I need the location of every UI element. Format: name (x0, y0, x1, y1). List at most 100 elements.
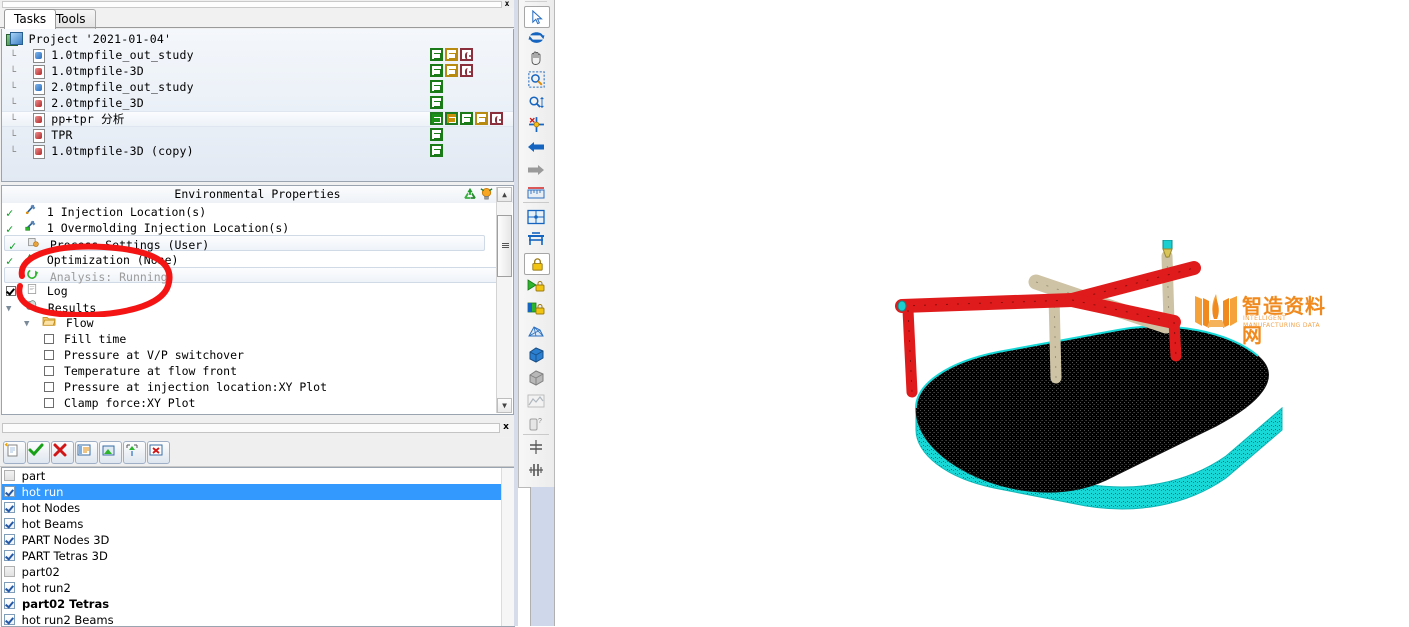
measure-tool-button[interactable] (524, 183, 548, 203)
shaded-display-button[interactable] (524, 368, 548, 388)
study-item-flow[interactable]: ▼ Flow (2, 315, 513, 331)
result-item-pressure-vp[interactable]: Pressure at V/P switchover (2, 347, 513, 363)
study-item-analysis-running[interactable]: ✓ Analysis: Running (4, 267, 505, 284)
scroll-down-icon[interactable]: ▼ (497, 398, 512, 413)
status-badge-maroon[interactable] (460, 64, 473, 77)
layer-checkbox[interactable] (4, 486, 15, 497)
front-view-button[interactable] (524, 230, 548, 250)
study-item-injection[interactable]: ✓ 1 Injection Location(s) (2, 203, 513, 220)
project-item-row[interactable]: └ 1.0tmpfile-3D (copy) (2, 143, 513, 159)
status-badge-maroon[interactable] (490, 112, 503, 125)
color-lock-button[interactable] (524, 299, 548, 319)
layer-checkbox[interactable] (4, 614, 15, 625)
result-checkbox[interactable] (44, 398, 54, 408)
result-item-fill-time[interactable]: Fill time (2, 331, 513, 347)
status-badge-gold[interactable] (445, 48, 458, 61)
section-vertical-button[interactable] (524, 460, 548, 480)
layer-checkbox[interactable] (4, 534, 15, 545)
select-tool-button[interactable] (524, 6, 550, 28)
center-tool-button[interactable] (524, 114, 548, 134)
status-badge-active-green[interactable] (430, 112, 443, 125)
panel-horizontal-scrollbar[interactable] (2, 423, 500, 433)
status-badge-green[interactable] (430, 96, 443, 109)
layer-row[interactable]: PART Nodes 3D (2, 532, 514, 548)
layer-row[interactable]: part02 (2, 564, 514, 580)
result-checkbox[interactable] (44, 350, 54, 360)
layer-row[interactable]: part (2, 468, 514, 484)
zoom-tool-button[interactable] (524, 93, 548, 113)
mesh-display-button[interactable] (524, 322, 548, 342)
layer-properties-button[interactable] (75, 441, 98, 464)
status-badge-group[interactable] (430, 64, 473, 77)
layer-row[interactable]: hot run2 (2, 580, 514, 596)
panel-close-icon[interactable]: x (500, 422, 512, 433)
project-root-row[interactable]: Project '2021-01-04' (2, 29, 513, 47)
top-horizontal-scrollbar[interactable] (2, 1, 502, 8)
layer-checkbox[interactable] (4, 502, 15, 513)
status-badge-maroon[interactable] (460, 48, 473, 61)
study-item-overmolding[interactable]: ✓ 1 Overmolding Injection Location(s) (2, 219, 513, 236)
status-badge-green[interactable] (460, 112, 473, 125)
layer-checkbox[interactable] (4, 566, 15, 577)
project-item-row[interactable]: └ 2.0tmpfile_3D (2, 95, 513, 111)
status-badge-group[interactable] (430, 112, 503, 125)
mold-mesh-3d-model[interactable] (886, 240, 1286, 530)
play-lock-button[interactable] (524, 276, 548, 296)
layer-row[interactable]: hot Beams (2, 516, 514, 532)
rotate-tool-button[interactable] (524, 27, 548, 47)
lock-view-button[interactable] (524, 253, 550, 275)
section-horizontal-button[interactable] (524, 437, 548, 457)
scroll-up-icon[interactable]: ▲ (497, 187, 512, 202)
status-badge-green[interactable] (430, 48, 443, 61)
result-item-temperature[interactable]: Temperature at flow front (2, 363, 513, 379)
zoom-window-button[interactable] (524, 69, 548, 89)
study-item-optimization[interactable]: ✓ Optimization (None) (2, 251, 513, 268)
status-badge-group[interactable] (430, 80, 443, 93)
deactivate-layer-button[interactable] (51, 441, 74, 464)
layer-row[interactable]: hot Nodes (2, 500, 514, 516)
show-all-layers-button[interactable] (99, 441, 122, 464)
next-view-button[interactable] (524, 160, 548, 180)
status-badge-active-gold[interactable] (445, 112, 458, 125)
study-item-log[interactable]: Log (2, 283, 513, 299)
study-item-process-settings[interactable]: ✓ Process Settings (User) (4, 235, 485, 253)
status-badge-green[interactable] (430, 64, 443, 77)
study-tree-scrollbar[interactable]: ▲ ▼ (496, 187, 512, 413)
scroll-thumb[interactable] (497, 215, 512, 277)
status-badge-gold[interactable] (475, 112, 488, 125)
pan-tool-button[interactable] (524, 48, 548, 68)
new-layer-button[interactable] (3, 441, 26, 464)
project-tree[interactable]: Project '2021-01-04' └ 1.0tmpfile_out_st… (1, 29, 514, 182)
result-checkbox[interactable] (44, 334, 54, 344)
layer-row[interactable]: hot run2 Beams (2, 612, 514, 626)
layer-checkbox[interactable] (4, 550, 15, 561)
status-badge-group[interactable] (430, 96, 443, 109)
project-item-row[interactable]: └ TPR (2, 127, 513, 143)
status-badge-group[interactable] (430, 48, 473, 61)
previous-view-button[interactable] (524, 137, 548, 157)
status-badge-gold[interactable] (445, 64, 458, 77)
layer-checkbox[interactable] (4, 470, 15, 481)
result-checkbox[interactable] (44, 382, 54, 392)
project-item-row-selected[interactable]: └ pp+tpr 分析 (2, 111, 513, 127)
layer-row[interactable]: PART Tetras 3D (2, 548, 514, 564)
expander-icon[interactable]: ▼ (24, 316, 35, 332)
model-canvas[interactable]: 智造资料网 INTELLIGENT MANUFACTURING DATA (556, 0, 1409, 626)
solid-display-button[interactable] (524, 345, 548, 365)
xy-plot-button[interactable] (524, 391, 548, 411)
status-badge-group[interactable] (430, 128, 443, 141)
result-checkbox[interactable] (44, 366, 54, 376)
query-tool-button[interactable]: ? (524, 414, 548, 434)
fit-view-button[interactable] (524, 207, 548, 227)
status-badge-group[interactable] (430, 144, 443, 157)
project-item-row[interactable]: └ 1.0tmpfile_out_study (2, 47, 513, 63)
top-close-icon[interactable]: x (502, 0, 512, 8)
activate-layer-button[interactable] (27, 441, 50, 464)
log-checkbox[interactable] (6, 286, 16, 296)
layers-list[interactable]: part hot run hot Nodes hot Beams PART No… (1, 467, 515, 627)
layer-checkbox[interactable] (4, 582, 15, 593)
expand-collapse-button[interactable] (123, 441, 146, 464)
layers-scrollbar[interactable] (501, 468, 514, 626)
tab-tasks[interactable]: Tasks (4, 9, 57, 29)
layer-row-selected[interactable]: hot run (2, 484, 514, 500)
